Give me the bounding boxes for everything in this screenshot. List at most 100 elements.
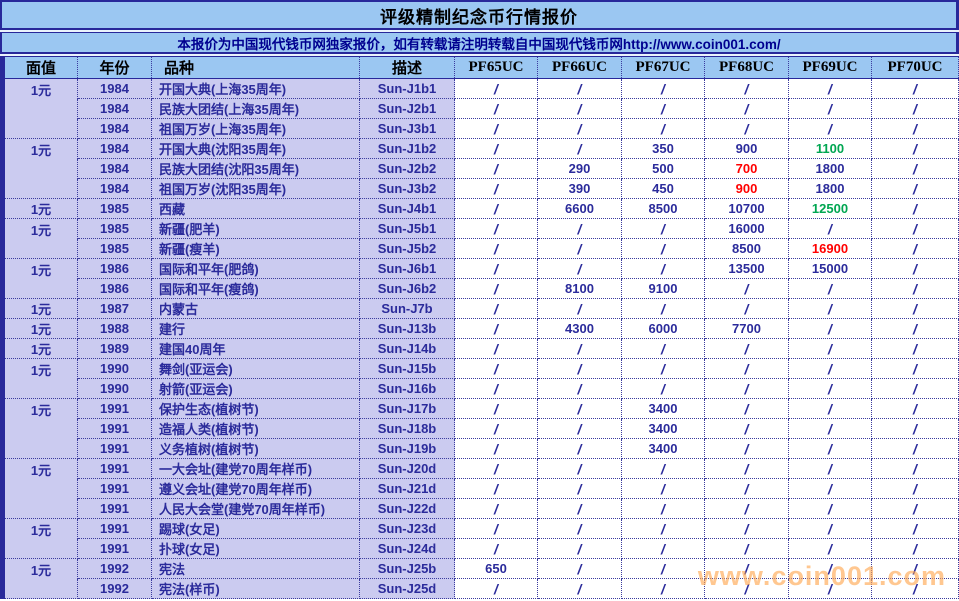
price-value: /	[494, 280, 498, 297]
price-cell-pf66uc: /	[538, 439, 622, 459]
price-cell-pf66uc: /	[538, 499, 622, 519]
year-cell: 1986	[78, 259, 152, 279]
price-value: /	[661, 580, 665, 597]
price-cell-pf70uc: /	[872, 399, 959, 419]
year-cell: 1985	[78, 219, 152, 239]
price-value: /	[494, 160, 498, 177]
description-cell: Sun-J14b	[360, 339, 455, 359]
price-cell-pf70uc: /	[872, 359, 959, 379]
price-cell-pf66uc: 8100	[538, 279, 622, 299]
year-cell: 1991	[78, 479, 152, 499]
price-cell-pf70uc: /	[872, 259, 959, 279]
price-cell-pf67uc: /	[622, 239, 705, 259]
price-cell-pf68uc: /	[705, 279, 789, 299]
price-cell-pf69uc: /	[789, 519, 872, 539]
face-value-cell: 1元	[5, 359, 78, 379]
price-value: /	[661, 480, 665, 497]
table-row: 1元 1991 一大会址(建党70周年样币) Sun-J20d / / / / / /	[5, 459, 959, 479]
table-row: 1990 射箭(亚运会) Sun-J16b / / / / / /	[5, 379, 959, 399]
price-value: /	[577, 440, 582, 457]
price-value: 4300	[565, 321, 594, 336]
price-cell-pf69uc: /	[789, 399, 872, 419]
price-cell-pf68uc: /	[705, 399, 789, 419]
price-value: /	[913, 500, 917, 517]
variety-cell: 新疆(瘦羊)	[152, 239, 360, 259]
price-value: /	[913, 140, 917, 157]
price-cell-pf70uc: /	[872, 419, 959, 439]
price-cell-pf67uc: /	[622, 459, 705, 479]
price-value: /	[577, 140, 582, 157]
price-cell-pf70uc: /	[872, 279, 959, 299]
variety-cell: 祖国万岁(上海35周年)	[152, 119, 360, 139]
price-value: /	[494, 340, 498, 357]
price-cell-pf68uc: /	[705, 359, 789, 379]
column-header-variety: 品种	[152, 57, 360, 78]
price-cell-pf67uc: 350	[622, 139, 705, 159]
description-cell: Sun-J7b	[360, 299, 455, 319]
description-cell: Sun-J22d	[360, 499, 455, 519]
price-cell-pf68uc: /	[705, 579, 789, 599]
price-cell-pf67uc: 500	[622, 159, 705, 179]
price-cell-pf70uc: /	[872, 219, 959, 239]
price-cell-pf70uc: /	[872, 319, 959, 339]
price-cell-pf70uc: /	[872, 239, 959, 259]
price-value: /	[913, 120, 917, 137]
price-cell-pf70uc: /	[872, 499, 959, 519]
variety-cell: 建行	[152, 319, 360, 339]
price-value: /	[913, 580, 917, 597]
description-cell: Sun-J4b1	[360, 199, 455, 219]
price-value: 1100	[815, 141, 845, 156]
price-cell-pf70uc: /	[872, 119, 959, 139]
price-cell-pf69uc: /	[789, 539, 872, 559]
price-value: /	[744, 460, 749, 477]
price-value: /	[577, 500, 582, 517]
year-cell: 1984	[78, 159, 152, 179]
price-value: /	[913, 480, 917, 497]
price-value: /	[913, 540, 917, 557]
year-cell: 1991	[78, 539, 152, 559]
price-cell-pf68uc: /	[705, 479, 789, 499]
price-value: 900	[735, 141, 758, 156]
face-value-cell: 1元	[5, 199, 78, 219]
table-row: 1元 1985 新疆(肥羊) Sun-J5b1 / / / 16000 / /	[5, 219, 959, 239]
price-cell-pf69uc: /	[789, 459, 872, 479]
face-value-cell: 1元	[5, 139, 78, 159]
price-value: /	[577, 380, 582, 397]
table-row: 1991 扑球(女足) Sun-J24d / / / / / /	[5, 539, 959, 559]
price-value: /	[828, 300, 832, 317]
price-value: /	[494, 420, 498, 437]
price-cell-pf65uc: /	[455, 479, 538, 499]
price-cell-pf68uc: 900	[705, 179, 789, 199]
variety-cell: 内蒙古	[152, 299, 360, 319]
year-cell: 1984	[78, 139, 152, 159]
price-value: /	[744, 500, 749, 517]
price-cell-pf65uc: /	[455, 519, 538, 539]
page-subtitle-text: 本报价为中国现代钱币网独家报价，如有转载请注明转载自中国现代钱币网http://…	[177, 36, 781, 52]
price-value: /	[744, 100, 749, 117]
price-cell-pf65uc: /	[455, 139, 538, 159]
price-cell-pf70uc: /	[872, 199, 959, 219]
price-cell-pf69uc: /	[789, 419, 872, 439]
description-cell: Sun-J21d	[360, 479, 455, 499]
price-cell-pf65uc: /	[455, 179, 538, 199]
price-value: /	[913, 380, 917, 397]
variety-cell: 宪法(样币)	[152, 579, 360, 599]
face-value-cell: 1元	[5, 319, 78, 339]
price-value: /	[744, 440, 749, 457]
price-cell-pf70uc: /	[872, 79, 959, 99]
price-value: /	[577, 220, 582, 237]
price-value: 10700	[728, 201, 765, 216]
face-value-cell	[5, 479, 78, 499]
price-cell-pf68uc: /	[705, 379, 789, 399]
description-cell: Sun-J25d	[360, 579, 455, 599]
description-cell: Sun-J19b	[360, 439, 455, 459]
price-cell-pf68uc: 700	[705, 159, 789, 179]
price-cell-pf69uc: /	[789, 559, 872, 579]
variety-cell: 舞剑(亚运会)	[152, 359, 360, 379]
price-cell-pf68uc: 10700	[705, 199, 789, 219]
table-row: 1986 国际和平年(瘦鸽) Sun-J6b2 / 8100 9100 / / /	[5, 279, 959, 299]
price-value: 6600	[565, 201, 594, 216]
price-value: /	[744, 280, 749, 297]
price-value: 350	[652, 141, 674, 156]
year-cell: 1984	[78, 179, 152, 199]
